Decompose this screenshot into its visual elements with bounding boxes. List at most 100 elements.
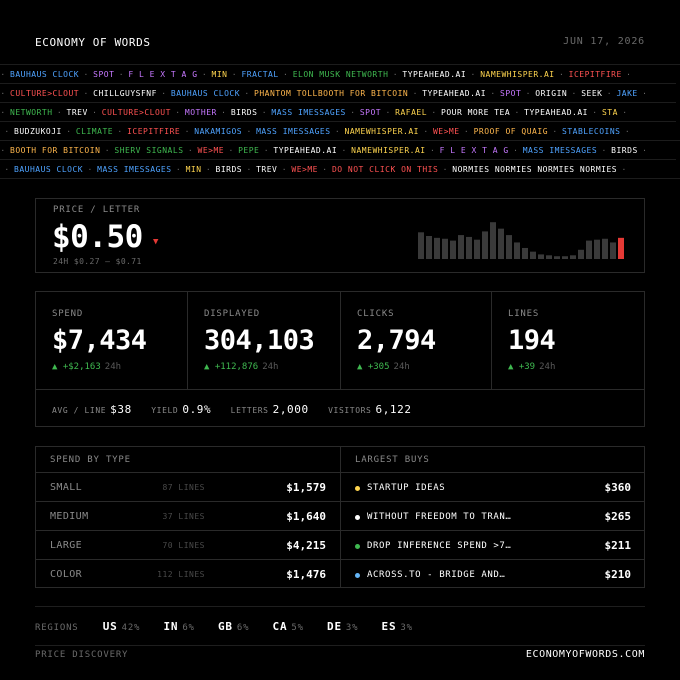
ticker-word[interactable]: MOTHER: [185, 103, 217, 122]
ticker-word[interactable]: SHERV SIGNALS: [114, 141, 183, 160]
ticker-word[interactable]: BAUHAUS CLOCK: [14, 160, 83, 179]
ticker-word[interactable]: F L E X T A G: [440, 141, 509, 160]
ticker-word[interactable]: ICEPITFIRE: [127, 122, 180, 141]
ticker-word[interactable]: BUDZUKOJI: [14, 122, 62, 141]
ticker-word[interactable]: WE>ME: [291, 160, 318, 179]
ticker-word[interactable]: MIN: [212, 65, 228, 84]
ticker-word[interactable]: SPOT: [93, 65, 114, 84]
ticker-word[interactable]: PHANTOM TOLLBOOTH FOR BITCOIN: [254, 84, 408, 103]
ticker-word[interactable]: BIRDS: [611, 141, 638, 160]
ticker-word[interactable]: CHILLGUYSFNF: [93, 84, 157, 103]
ticker-word[interactable]: ICEPITFIRE: [569, 65, 622, 84]
ticker-word[interactable]: STABLECOINS: [562, 122, 620, 141]
separator-dot: ·: [283, 70, 289, 79]
ticker-word[interactable]: CULTURE>CLOUT: [10, 84, 79, 103]
ticker-word[interactable]: POUR MORE TEA: [441, 103, 510, 122]
ticker-word[interactable]: TREV: [256, 160, 277, 179]
ticker-word[interactable]: TYPEAHEAD.AI: [422, 84, 486, 103]
ticker-word[interactable]: WE>ME: [198, 141, 225, 160]
ticker-word[interactable]: BOOTH FOR BITCOIN: [10, 141, 100, 160]
stat-value: 2,794: [357, 325, 436, 356]
stat-change: ▲ +112,876 24h: [204, 362, 278, 372]
row-name: SMALL: [50, 482, 83, 493]
ticker-word[interactable]: ORIGIN: [535, 84, 567, 103]
ticker-word[interactable]: TYPEAHEAD.AI: [524, 103, 588, 122]
separator-dot: ·: [513, 146, 519, 155]
ticker-word[interactable]: F L E X T A G: [128, 65, 197, 84]
price-sparkline: [418, 222, 624, 259]
separator-dot: ·: [0, 146, 6, 155]
substat-avg-line: AVG / LINE $38: [52, 403, 132, 416]
triangle-up-icon: ▲: [204, 362, 215, 372]
table-row[interactable]: WITHOUT FREEDOM TO TRAN… $265: [341, 502, 645, 531]
separator-dot: ·: [281, 165, 288, 174]
ticker-word[interactable]: FRACTAL: [241, 65, 278, 84]
table-row[interactable]: STARTUP IDEAS $360: [341, 473, 645, 502]
ticker-word[interactable]: SEEK: [581, 84, 602, 103]
row-amount: $1,640: [286, 510, 326, 523]
ticker-word[interactable]: NORMIES NORMIES NORMIES NORMIES: [452, 160, 617, 179]
substat-label: YIELD: [151, 406, 179, 415]
separator-dot: ·: [83, 70, 89, 79]
ticker-word[interactable]: PEPE: [238, 141, 259, 160]
ticker-word[interactable]: WE>ME: [433, 122, 460, 141]
region-code: DE: [327, 620, 342, 633]
ticker-word[interactable]: MASS IMESSAGES: [523, 141, 597, 160]
ticker-word[interactable]: MASS IMESSAGES: [271, 103, 345, 122]
bullet-icon: [355, 544, 360, 549]
divider: [35, 645, 645, 646]
row-amount: $1,579: [286, 481, 326, 494]
separator-dot: ·: [622, 108, 628, 117]
ticker-word[interactable]: PROOF OF QUAIG: [474, 122, 548, 141]
ticker-word[interactable]: TREV: [67, 103, 88, 122]
ticker-word[interactable]: CLIMATE: [76, 122, 113, 141]
separator-dot: ·: [412, 89, 418, 98]
ticker-word[interactable]: NAMEWHISPER.AI: [345, 122, 419, 141]
table-row[interactable]: ACROSS.TO - BRIDGE AND… $210: [341, 560, 645, 589]
ticker-word[interactable]: JAKE: [616, 84, 637, 103]
ticker-word[interactable]: MASS IMESSAGES: [256, 122, 330, 141]
ticker-word[interactable]: SPOT: [360, 103, 381, 122]
table-row: MEDIUM 37 LINES $1,640: [36, 502, 340, 531]
site-link[interactable]: ECONOMYOFWORDS.COM: [526, 649, 645, 660]
ticker-word[interactable]: TYPEAHEAD.AI: [402, 65, 466, 84]
sparkline-bar: [506, 235, 512, 259]
separator-dot: ·: [341, 146, 347, 155]
separator-dot: ·: [626, 70, 632, 79]
ticker-word[interactable]: NETWORTH: [10, 103, 53, 122]
row-name: DROP INFERENCE SPEND >7…: [367, 541, 512, 551]
separator-dot: ·: [350, 108, 356, 117]
ticker-word[interactable]: RAFAEL: [395, 103, 427, 122]
ticker-word[interactable]: BAUHAUS CLOCK: [171, 84, 240, 103]
separator-dot: ·: [571, 89, 577, 98]
ticker-word[interactable]: BIRDS: [216, 160, 243, 179]
stat-label: DISPLAYED: [204, 309, 260, 319]
ticker-word[interactable]: BIRDS: [231, 103, 258, 122]
separator-dot: ·: [642, 146, 648, 155]
table-row[interactable]: DROP INFERENCE SPEND >7… $211: [341, 531, 645, 560]
sparkline-bar: [466, 236, 472, 259]
table-row: SMALL 87 LINES $1,579: [36, 473, 340, 502]
ticker-word[interactable]: DO NOT CLICK ON THIS: [332, 160, 438, 179]
ticker-word[interactable]: CULTURE>CLOUT: [102, 103, 171, 122]
separator-dot: ·: [175, 108, 181, 117]
sparkline-bar: [586, 240, 592, 259]
ticker-word[interactable]: TYPEAHEAD.AI: [273, 141, 337, 160]
stat-period: 24h: [262, 362, 279, 372]
ticker-word[interactable]: ELON MUSK NETWORTH: [293, 65, 389, 84]
triangle-down-icon: ▼: [153, 237, 159, 247]
region-pct: 6%: [236, 623, 250, 633]
ticker-word[interactable]: MIN: [186, 160, 202, 179]
ticker-word[interactable]: NAMEWHISPER.AI: [351, 141, 425, 160]
ticker-word[interactable]: MASS IMESSAGES: [97, 160, 171, 179]
ticker-word[interactable]: NAMEWHISPER.AI: [480, 65, 554, 84]
row-amount: $4,215: [286, 539, 326, 552]
ticker-word[interactable]: SPOT: [500, 84, 521, 103]
ticker-word[interactable]: STA: [602, 103, 618, 122]
substat-value: $38: [110, 403, 132, 416]
separator-dot: ·: [205, 165, 212, 174]
separator-dot: ·: [624, 127, 631, 136]
ticker-word[interactable]: BAUHAUS CLOCK: [10, 65, 79, 84]
ticker-word[interactable]: NAKAMIGOS: [194, 122, 242, 141]
stat-period: 24h: [539, 362, 556, 372]
